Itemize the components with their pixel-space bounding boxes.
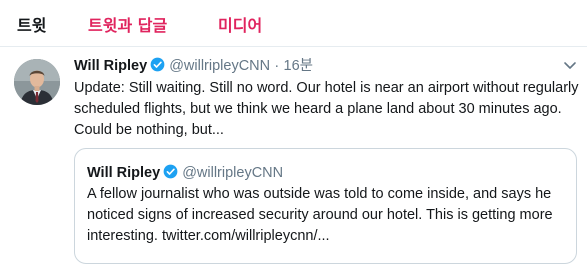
profile-tabs: 트윗 트윗과 답글 미디어 xyxy=(0,0,587,46)
quoted-tweet-header: Will Ripley @willripleyCNN xyxy=(87,163,283,182)
tab-media[interactable]: 미디어 xyxy=(218,16,262,36)
quoted-tweet-text: A fellow journalist who was outside was … xyxy=(87,186,553,244)
timestamp[interactable]: 16분 xyxy=(284,58,313,74)
quoted-author-handle: @willripleyCNN xyxy=(182,165,284,181)
chevron-down-icon[interactable] xyxy=(562,57,578,73)
quoted-author-name: Will Ripley xyxy=(87,165,161,181)
tweet-header: Will Ripley @willripleyCNN · 16분 xyxy=(74,57,313,75)
tab-tweets-and-replies[interactable]: 트윗과 답글 xyxy=(88,16,167,36)
verified-badge-icon xyxy=(150,57,165,72)
tweet-text: Update: Still waiting. Still no word. Ou… xyxy=(74,80,579,138)
author-handle[interactable]: @willripleyCNN xyxy=(169,58,270,74)
verified-badge-icon xyxy=(163,164,178,179)
avatar-image xyxy=(14,59,60,105)
dot-separator: · xyxy=(274,58,280,74)
quoted-tweet[interactable]: Will Ripley @willripleyCNN A fellow jour… xyxy=(74,148,577,264)
author-name[interactable]: Will Ripley xyxy=(74,58,147,74)
avatar[interactable] xyxy=(14,59,60,105)
tweet[interactable]: Will Ripley @willripleyCNN · 16분 Update:… xyxy=(0,47,587,264)
tab-tweets[interactable]: 트윗 xyxy=(17,16,46,36)
